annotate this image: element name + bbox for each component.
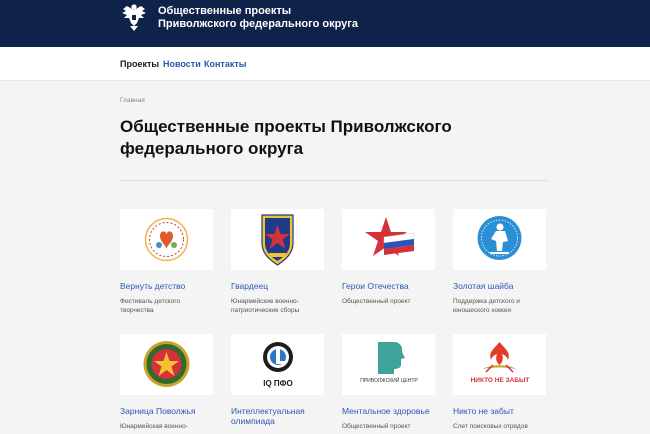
project-desc: Юнармейская военно- xyxy=(120,423,188,430)
children-festival-logo-icon xyxy=(144,217,189,262)
project-thumb[interactable]: НИКТО НЕ ЗАБЫТ xyxy=(453,334,546,395)
head-silhouette-logo-icon: ПРИВОЛЖСКИЙ ЦЕНТР xyxy=(360,342,418,384)
site-header: Общественные проекты Приволжского федера… xyxy=(0,0,650,47)
title-divider xyxy=(120,180,547,181)
project-thumb[interactable] xyxy=(231,209,324,270)
project-thumb[interactable]: IQ ПФО xyxy=(231,334,324,395)
project-title[interactable]: Зарница Поволжья xyxy=(120,406,213,416)
breadcrumb[interactable]: Главная xyxy=(120,97,145,105)
project-thumb[interactable] xyxy=(120,209,213,270)
page-title: Общественные проекты Приволжского федера… xyxy=(120,117,452,158)
project-card-geroi-otechestva: Герои Отечества Общественный проект xyxy=(342,209,435,306)
eternal-flame-logo-icon: НИКТО НЕ ЗАБЫТ xyxy=(471,342,530,384)
project-card-nikto-ne-zabyt: НИКТО НЕ ЗАБЫТ Никто не забыт Слет поиск… xyxy=(453,334,546,431)
project-title[interactable]: Ментальное здоровье xyxy=(342,406,435,416)
project-card-intellektualnaya-olimpiada: IQ ПФО Интеллектуальная олимпиада xyxy=(231,334,324,432)
red-star-flag-logo-icon xyxy=(365,217,415,256)
project-thumb[interactable] xyxy=(342,209,435,270)
zarnitsa-emblem-logo-icon xyxy=(143,341,190,387)
guardsman-shield-logo-icon xyxy=(261,214,294,266)
project-title[interactable]: Интеллектуальная олимпиада xyxy=(231,406,324,426)
nav-item-contacts[interactable]: Контакты xyxy=(204,59,246,70)
double-headed-eagle-icon[interactable] xyxy=(120,2,148,32)
hockey-player-logo-icon xyxy=(477,216,522,260)
project-card-zarnitsa-povolzhya: Зарница Поволжья Юнармейская военно- xyxy=(120,334,213,431)
project-card-mentalnoe-zdorovie: ПРИВОЛЖСКИЙ ЦЕНТР Ментальное здоровье Об… xyxy=(342,334,435,431)
project-title[interactable]: Герои Отечества xyxy=(342,281,435,291)
iq-pfo-logo-icon: IQ ПФО xyxy=(263,342,293,388)
project-desc: Юнармейские военно-патриотические сборы xyxy=(231,298,300,314)
project-title[interactable]: Гвардеец xyxy=(231,281,324,291)
site-title[interactable]: Общественные проекты Приволжского федера… xyxy=(158,5,418,31)
site-title-line2: Приволжского федерального округа xyxy=(158,18,358,30)
project-thumb[interactable] xyxy=(120,334,213,395)
project-card-gvardeets: Гвардеец Юнармейские военно-патриотическ… xyxy=(231,209,324,315)
project-card-vernut-detstvo: Вернуть детство Фестиваль детского творч… xyxy=(120,209,213,315)
project-desc: Поддержка детского и юношеского хоккея xyxy=(453,298,520,314)
site-title-line1: Общественные проекты xyxy=(158,5,292,17)
nikto-ne-zabyt-logo-text: НИКТО НЕ ЗАБЫТ xyxy=(471,377,530,384)
nav-item-projects[interactable]: Проекты xyxy=(120,59,159,70)
iq-pfo-logo-text: IQ ПФО xyxy=(263,379,292,388)
project-card-zolotaya-shaiba: Золотая шайба Поддержка детского и юноше… xyxy=(453,209,546,315)
project-thumb[interactable]: ПРИВОЛЖСКИЙ ЦЕНТР xyxy=(342,334,435,395)
project-title[interactable]: Золотая шайба xyxy=(453,281,546,291)
project-desc: Общественный проект xyxy=(342,423,411,430)
project-title[interactable]: Вернуть детство xyxy=(120,281,213,291)
project-desc: Фестиваль детского творчества xyxy=(120,298,181,314)
project-desc: Общественный проект xyxy=(342,298,411,305)
project-thumb[interactable] xyxy=(453,209,546,270)
project-title[interactable]: Никто не забыт xyxy=(453,406,546,416)
nav-item-news[interactable]: Новости xyxy=(163,59,201,70)
project-desc: Слет поисковых отрядов xyxy=(453,423,528,430)
mental-center-logo-text: ПРИВОЛЖСКИЙ ЦЕНТР xyxy=(360,376,418,384)
main-nav: Проекты Новости Контакты xyxy=(0,47,650,81)
